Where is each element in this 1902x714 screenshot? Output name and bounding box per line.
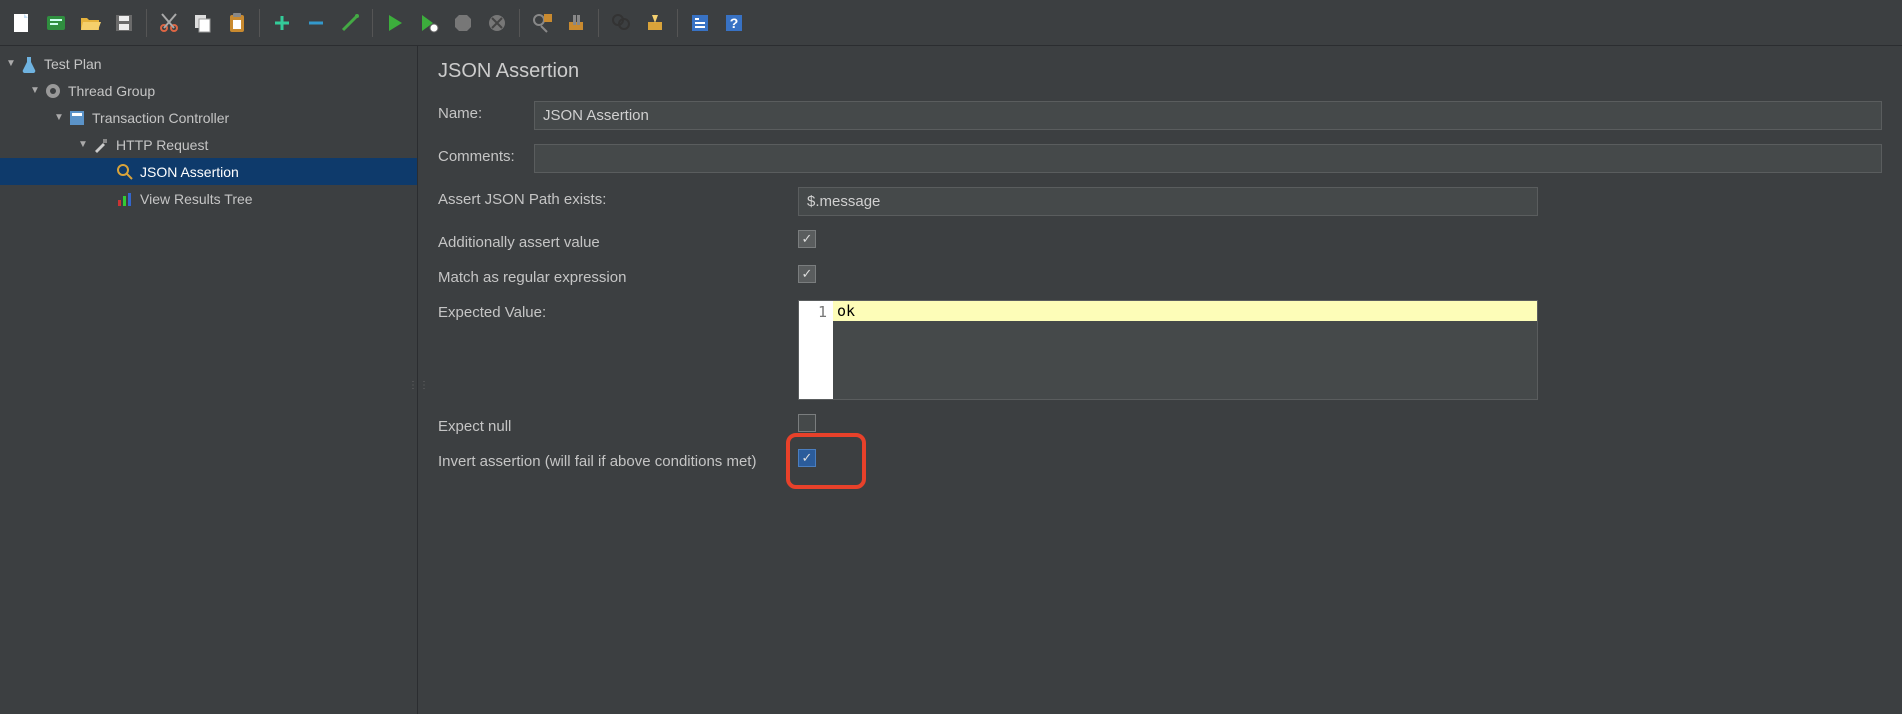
comments-label: Comments:	[438, 144, 534, 165]
paste-icon[interactable]	[221, 7, 253, 39]
regex-checkbox[interactable]: ✓	[798, 265, 816, 283]
box-icon	[68, 109, 86, 127]
assert-value-label: Additionally assert value	[438, 230, 798, 251]
run-icon[interactable]	[379, 7, 411, 39]
open-icon[interactable]	[74, 7, 106, 39]
clear-all-icon[interactable]	[560, 7, 592, 39]
invert-assertion-label: Invert assertion (will fail if above con…	[438, 449, 798, 470]
options-icon[interactable]	[684, 7, 716, 39]
magnifier-icon	[116, 163, 134, 181]
tree-toggle-icon[interactable]	[100, 165, 114, 179]
tree-label: Thread Group	[68, 83, 155, 99]
splitter-handle[interactable]: ⋮⋮	[408, 380, 430, 391]
search-icon[interactable]	[605, 7, 637, 39]
help-icon[interactable]: ?	[718, 7, 750, 39]
tree-label: Transaction Controller	[92, 110, 229, 126]
separator	[372, 9, 373, 37]
tree-panel[interactable]: ▼Test Plan▼Thread Group▼Transaction Cont…	[0, 46, 418, 714]
tree-toggle-icon[interactable]: ▼	[28, 84, 42, 98]
separator	[259, 9, 260, 37]
name-label: Name:	[438, 101, 534, 122]
save-icon[interactable]	[108, 7, 140, 39]
tree-item-view-results-tree[interactable]: View Results Tree	[0, 185, 417, 212]
copy-icon[interactable]	[187, 7, 219, 39]
separator	[598, 9, 599, 37]
tree-label: Test Plan	[44, 56, 102, 72]
stop-icon[interactable]	[447, 7, 479, 39]
svg-text:?: ?	[730, 15, 739, 31]
templates-icon[interactable]	[40, 7, 72, 39]
editor-gutter: 1	[799, 301, 833, 399]
invert-assertion-checkbox[interactable]: ✓	[798, 449, 816, 467]
tree-item-transaction-controller[interactable]: ▼ Transaction Controller	[0, 104, 417, 131]
separator	[146, 9, 147, 37]
editor-body[interactable]: ok	[833, 301, 1537, 399]
tree-toggle-icon[interactable]: ▼	[76, 138, 90, 152]
tree-toggle-icon[interactable]: ▼	[4, 57, 18, 71]
shutdown-icon[interactable]	[481, 7, 513, 39]
assert-value-checkbox[interactable]: ✓	[798, 230, 816, 248]
chart-icon	[116, 190, 134, 208]
tree-item-json-assertion[interactable]: JSON Assertion	[0, 158, 417, 185]
separator	[519, 9, 520, 37]
gear-icon	[44, 82, 62, 100]
json-path-label: Assert JSON Path exists:	[438, 187, 798, 208]
separator	[677, 9, 678, 37]
tree-item-thread-group[interactable]: ▼ Thread Group	[0, 77, 417, 104]
run-no-timer-icon[interactable]	[413, 7, 445, 39]
dropper-icon	[92, 136, 110, 154]
main-toolbar: ?	[0, 0, 1902, 46]
expected-value-editor[interactable]: 1 ok	[798, 300, 1538, 400]
cut-icon[interactable]	[153, 7, 185, 39]
expected-value-label: Expected Value:	[438, 300, 798, 321]
tree-item-http-request[interactable]: ▼ HTTP Request	[0, 131, 417, 158]
tree-item-test-plan[interactable]: ▼ Test Plan	[0, 50, 417, 77]
panel-title: JSON Assertion	[438, 60, 1882, 83]
expect-null-checkbox[interactable]: ✓	[798, 414, 816, 432]
comments-input[interactable]	[534, 144, 1882, 173]
tree-toggle-icon[interactable]: ▼	[52, 111, 66, 125]
tree-label: View Results Tree	[140, 191, 253, 207]
tree-label: JSON Assertion	[140, 164, 239, 180]
toggle-icon[interactable]	[334, 7, 366, 39]
flask-icon	[20, 55, 38, 73]
tree-label: HTTP Request	[116, 137, 208, 153]
expand-icon[interactable]	[266, 7, 298, 39]
name-input[interactable]	[534, 101, 1882, 130]
expect-null-label: Expect null	[438, 414, 798, 435]
content-panel: ⋮⋮ JSON Assertion Name: Comments: Assert…	[418, 46, 1902, 714]
tree-toggle-icon[interactable]	[100, 192, 114, 206]
clear-icon[interactable]	[526, 7, 558, 39]
json-path-input[interactable]	[798, 187, 1538, 216]
new-file-icon[interactable]	[6, 7, 38, 39]
collapse-icon[interactable]	[300, 7, 332, 39]
function-helper-icon[interactable]	[639, 7, 671, 39]
regex-label: Match as regular expression	[438, 265, 798, 286]
editor-line[interactable]: ok	[833, 301, 1537, 321]
